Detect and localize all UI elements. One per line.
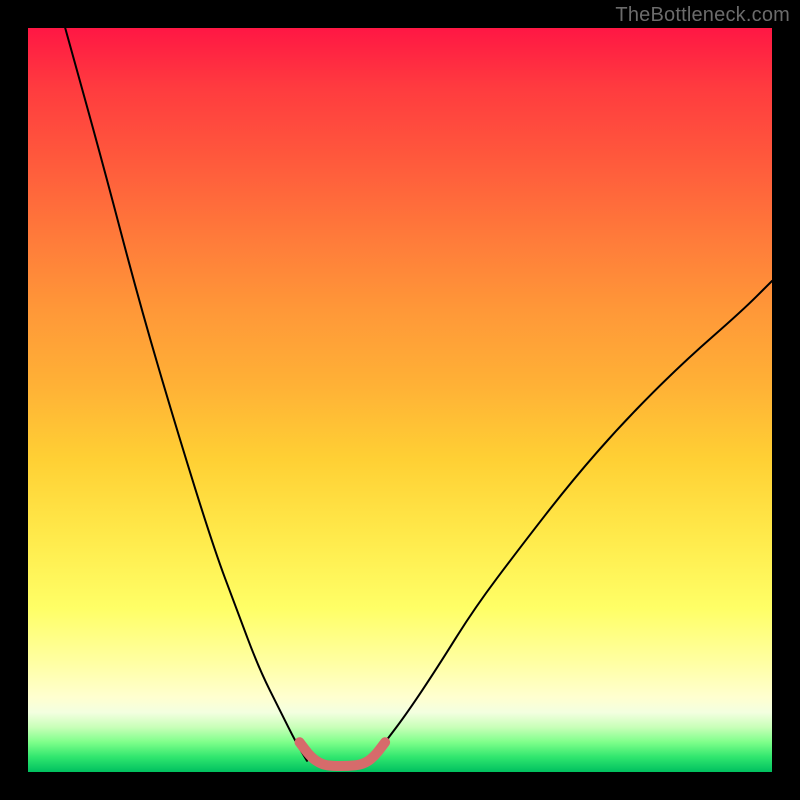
watermark-text: TheBottleneck.com: [615, 4, 790, 27]
chart-svg: [28, 28, 772, 772]
series-right-curve: [370, 281, 772, 761]
series-layer: [65, 28, 772, 766]
series-left-curve: [65, 28, 307, 761]
chart-frame: TheBottleneck.com: [0, 0, 800, 800]
series-bottom-pink-segment: [300, 742, 386, 766]
plot-area: [28, 28, 772, 772]
